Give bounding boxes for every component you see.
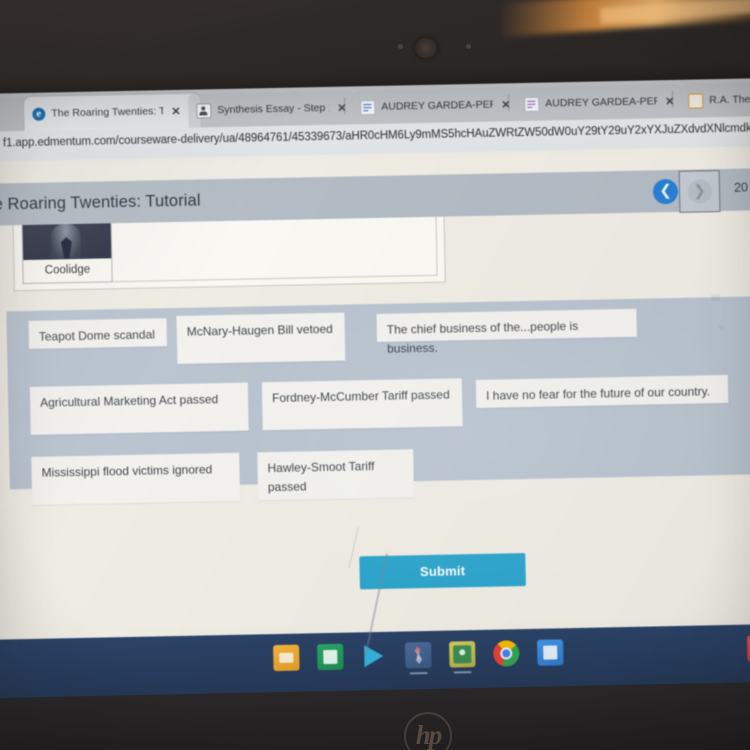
browser-tab-2[interactable]: Synthesis Essay - Step 1 ✕	[187, 90, 355, 128]
coolidge-caption: Coolidge	[44, 263, 91, 277]
orange-square-icon	[688, 92, 704, 109]
browser-tab-2-title: Synthesis Essay - Step 1	[217, 101, 330, 117]
screen-reflection-streak-2	[348, 526, 359, 569]
contacts-icon[interactable]	[449, 641, 476, 674]
tile-mcnary[interactable]: McNary-Haugen Bill vetoed	[176, 312, 346, 364]
player-icon[interactable]	[361, 643, 388, 670]
tile-quote-chief[interactable]: The chief business of the...people is bu…	[376, 308, 637, 356]
tutorial-header-bar: The Roaring Twenties: Tutorial ❮ ❯ 20 o	[0, 167, 750, 227]
browser-tab-4[interactable]: AUDREY GARDEA-PEREZ ✕	[515, 83, 683, 122]
chrome-icon[interactable]	[493, 640, 520, 667]
tile-hawley[interactable]: Hawley-Smoot Tariff passed	[257, 449, 415, 501]
person-icon	[196, 102, 212, 119]
browser-tab-5[interactable]: R.A. Thesis S	[679, 81, 750, 118]
browser-tab-3[interactable]: AUDREY GARDEA-PEREZ ✕	[351, 87, 519, 125]
tile-quote-nofear[interactable]: I have no fear for the future of our cou…	[475, 374, 729, 408]
page-number: 20	[733, 180, 749, 195]
edge-icon: e	[32, 107, 46, 121]
webcam-sensor-right-icon	[466, 44, 471, 49]
taskbar-icons[interactable]	[273, 639, 564, 675]
google-docs-icon	[360, 99, 376, 115]
browser-tab-4-title: AUDREY GARDEA-PEREZ	[545, 95, 658, 110]
laptop-photo: pic ✕ e The Roaring Twenties: T ✕ Synthe…	[0, 0, 750, 750]
laptop-screen: pic ✕ e The Roaring Twenties: T ✕ Synthe…	[0, 78, 750, 706]
page-content: Coolidge The Roaring Twenties: Tutorial …	[0, 146, 750, 706]
browser-tab-1[interactable]: e The Roaring Twenties: T ✕	[24, 93, 201, 131]
tile-mississippi[interactable]: Mississippi flood victims ignored	[31, 452, 241, 505]
sheets-icon[interactable]	[317, 643, 344, 671]
tile-fordney[interactable]: Fordney-McCumber Tariff passed	[261, 378, 463, 431]
chevron-left-icon[interactable]: ❮	[652, 178, 679, 205]
taskbar-running-indicator	[453, 671, 472, 674]
tile-agricultural[interactable]: Agricultural Marketing Act passed	[29, 382, 249, 435]
slides-icon[interactable]	[273, 644, 300, 672]
browser-tab-1-close-icon[interactable]: ✕	[171, 104, 180, 117]
next-page-button[interactable]: ❯	[678, 170, 721, 213]
taskbar-running-indicator	[409, 672, 428, 675]
webcam-icon	[415, 38, 437, 58]
google-docs-purple-icon	[524, 96, 540, 112]
browser-tab-3-title: AUDREY GARDEA-PEREZ	[381, 98, 494, 113]
webcam-sensor-left-icon	[398, 44, 403, 49]
drag-tile-container[interactable]: Teapot Dome scandal McNary-Haugen Bill ve…	[6, 294, 750, 505]
docs-icon[interactable]	[537, 639, 564, 666]
tile-teapot[interactable]: Teapot Dome scandal	[28, 318, 168, 349]
browser-tab-5-title: R.A. Thesis S	[709, 93, 750, 107]
chevron-right-icon: ❯	[687, 179, 712, 204]
page-title: The Roaring Twenties: Tutorial	[0, 190, 201, 214]
browser-tab-1-title: The Roaring Twenties: T	[51, 105, 164, 120]
figure-icon[interactable]	[405, 641, 432, 675]
